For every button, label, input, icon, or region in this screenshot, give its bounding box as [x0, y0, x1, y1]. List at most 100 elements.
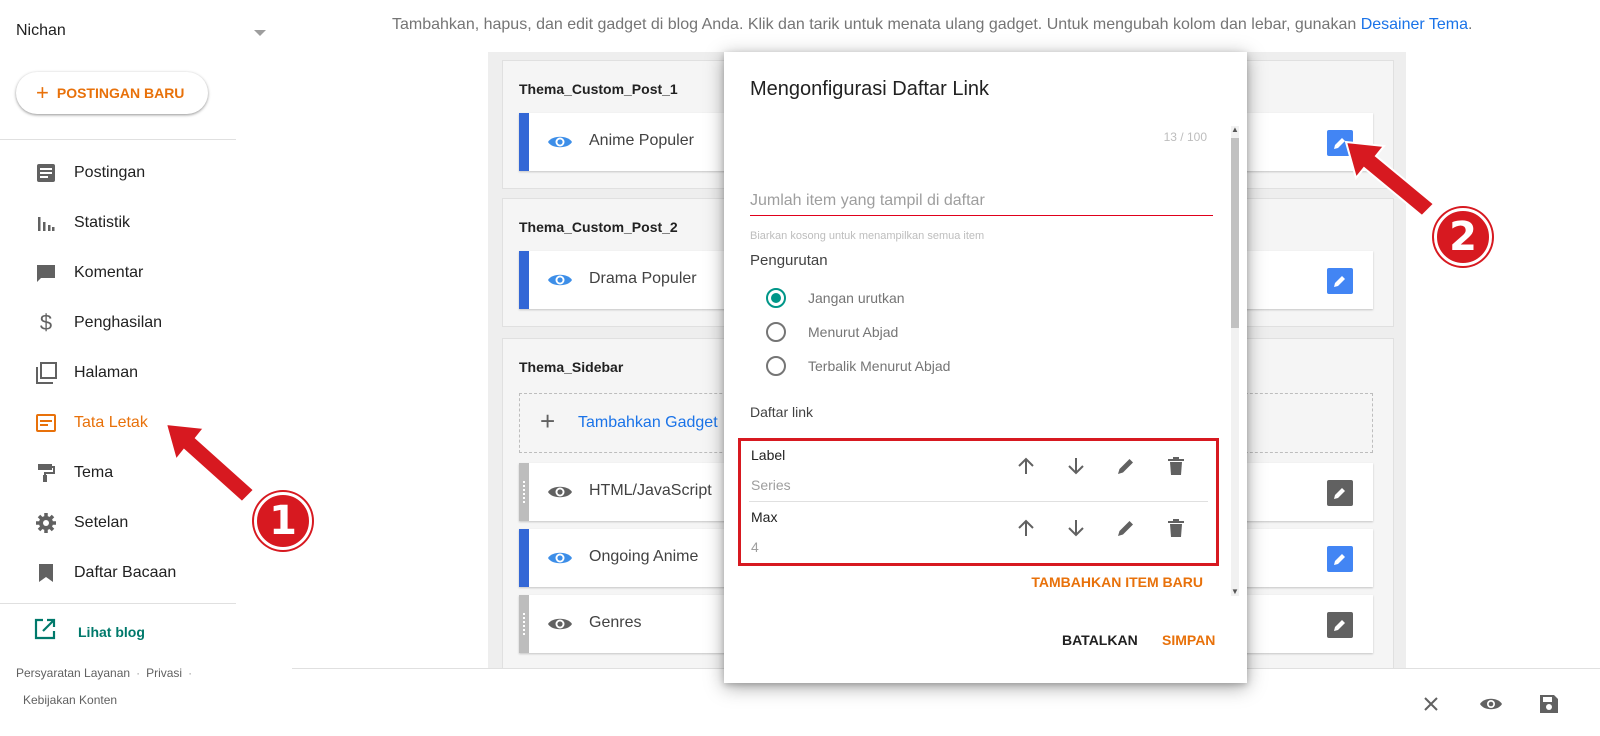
blog-name: Nichan	[16, 22, 66, 39]
terms-link[interactable]: Persyaratan Layanan	[16, 666, 130, 680]
blogger-layout-screen: Nichan + POSTINGAN BARU Postingan Statis…	[0, 0, 1600, 736]
chevron-down-icon	[254, 30, 266, 36]
preview-eye-icon[interactable]	[1478, 691, 1504, 717]
separator-dot: ·	[136, 666, 141, 680]
divider	[0, 603, 236, 604]
sidebar-item-penghasilan[interactable]: $ Penghasilan	[0, 301, 236, 345]
drag-handle[interactable]	[519, 251, 529, 309]
eye-icon[interactable]	[547, 547, 573, 569]
eye-icon[interactable]	[547, 613, 573, 635]
scrollbar[interactable]: ▲ ▼	[1231, 126, 1239, 596]
character-counter: 13 / 100	[1163, 130, 1207, 144]
sidebar-item-statistik[interactable]: Statistik	[0, 201, 236, 245]
radio-label: Terbalik Menurut Abjad	[808, 358, 951, 374]
new-post-button[interactable]: + POSTINGAN BARU	[16, 72, 208, 114]
gadget-name: Ongoing Anime	[589, 548, 699, 565]
layout-icon	[34, 411, 58, 435]
sidebar-item-halaman[interactable]: Halaman	[0, 351, 236, 395]
eye-icon[interactable]	[547, 269, 573, 291]
intro-end: .	[1468, 16, 1473, 33]
save-icon[interactable]	[1536, 691, 1562, 717]
gadget-name: Drama Populer	[589, 270, 697, 287]
drag-handle[interactable]	[519, 463, 529, 521]
sidebar-item-daftar-bacaan[interactable]: Daftar Bacaan	[0, 551, 236, 595]
external-link-icon	[34, 618, 56, 645]
radio-label: Menurut Abjad	[808, 324, 899, 340]
edit-gadget-button[interactable]	[1327, 268, 1353, 294]
sidebar-item-setelan[interactable]: Setelan	[0, 501, 236, 545]
divider	[749, 501, 1208, 502]
scroll-down-icon[interactable]: ▼	[1231, 588, 1239, 596]
move-down-icon[interactable]	[1063, 515, 1089, 541]
edit-link-icon[interactable]	[1113, 453, 1139, 479]
dialog-title: Mengonfigurasi Daftar Link	[750, 78, 990, 100]
view-blog-link[interactable]: Lihat blog	[34, 618, 145, 645]
move-down-icon[interactable]	[1063, 453, 1089, 479]
move-up-icon[interactable]	[1013, 515, 1039, 541]
radio-unchecked[interactable]	[766, 322, 786, 342]
eye-icon[interactable]	[547, 481, 573, 503]
scrollbar-thumb[interactable]	[1231, 138, 1239, 328]
sidebar-item-label: Postingan	[74, 164, 146, 181]
radio-unchecked[interactable]	[766, 356, 786, 376]
sidebar-item-postingan[interactable]: Postingan	[0, 151, 236, 195]
sidebar-item-label: Daftar Bacaan	[74, 564, 177, 581]
theme-designer-link[interactable]: Desainer Tema	[1361, 16, 1468, 33]
link-name: Label	[751, 447, 786, 463]
edit-link-icon[interactable]	[1113, 515, 1139, 541]
divider	[0, 139, 236, 140]
pencil-icon	[1334, 488, 1345, 499]
item-count-input[interactable]	[750, 186, 1213, 216]
stats-icon	[34, 211, 58, 235]
sidebar-item-label: Statistik	[74, 214, 131, 231]
radio-checked[interactable]	[766, 288, 786, 308]
posts-icon	[34, 161, 58, 185]
delete-icon[interactable]	[1163, 453, 1189, 479]
save-button[interactable]: SIMPAN	[1162, 632, 1215, 648]
add-new-item-button[interactable]: TAMBAHKAN ITEM BARU	[1031, 574, 1203, 590]
content-policy-link[interactable]: Kebijakan Konten	[23, 693, 117, 707]
field-helper-text: Biarkan kosong untuk menampilkan semua i…	[750, 230, 985, 242]
gadget-name: Anime Populer	[589, 132, 694, 149]
sidebar-item-label: Komentar	[74, 264, 144, 281]
delete-icon[interactable]	[1163, 515, 1189, 541]
view-blog-label: Lihat blog	[78, 623, 145, 640]
drag-handle[interactable]	[519, 529, 529, 587]
gear-icon	[34, 511, 58, 535]
scroll-up-icon[interactable]: ▲	[1231, 126, 1239, 134]
link-list-label: Daftar link	[750, 404, 814, 420]
link-item: Max 4	[741, 503, 1216, 563]
eye-icon[interactable]	[547, 131, 573, 153]
radio-label: Jangan urutkan	[808, 290, 905, 306]
sidebar-item-komentar[interactable]: Komentar	[0, 251, 236, 295]
section-title: Thema_Custom_Post_1	[519, 81, 678, 97]
sidebar-item-label: Tema	[74, 464, 114, 481]
blog-selector[interactable]: Nichan	[16, 22, 266, 46]
sidebar-item-label: Halaman	[74, 364, 139, 381]
drag-handle[interactable]	[519, 113, 529, 171]
annotation-arrow-1	[164, 422, 256, 504]
annotation-arrow-2	[1344, 140, 1436, 218]
close-icon[interactable]	[1418, 691, 1444, 717]
edit-gadget-button[interactable]	[1327, 546, 1353, 572]
pages-icon	[34, 361, 58, 385]
pencil-icon	[1334, 276, 1345, 287]
plus-icon: +	[540, 406, 556, 436]
edit-gadget-button[interactable]	[1327, 480, 1353, 506]
sort-option-alphabetical[interactable]: Menurut Abjad	[766, 320, 898, 344]
dollar-icon: $	[39, 310, 53, 335]
separator-dot: ·	[188, 666, 193, 680]
privacy-link[interactable]: Privasi	[146, 666, 182, 680]
gadget-name: HTML/JavaScript	[589, 482, 712, 499]
edit-gadget-button[interactable]	[1327, 612, 1353, 638]
sort-option-reverse[interactable]: Terbalik Menurut Abjad	[766, 354, 950, 378]
sidebar: Nichan + POSTINGAN BARU Postingan Statis…	[0, 0, 266, 736]
section-title: Thema_Custom_Post_2	[519, 219, 678, 235]
sort-option-none[interactable]: Jangan urutkan	[766, 286, 905, 310]
link-item: Label Series	[741, 441, 1216, 502]
drag-handle[interactable]	[519, 595, 529, 653]
comment-icon	[34, 261, 58, 285]
cancel-button[interactable]: BATALKAN	[1062, 632, 1138, 648]
move-up-icon[interactable]	[1013, 453, 1039, 479]
new-post-label: POSTINGAN BARU	[56, 85, 185, 101]
